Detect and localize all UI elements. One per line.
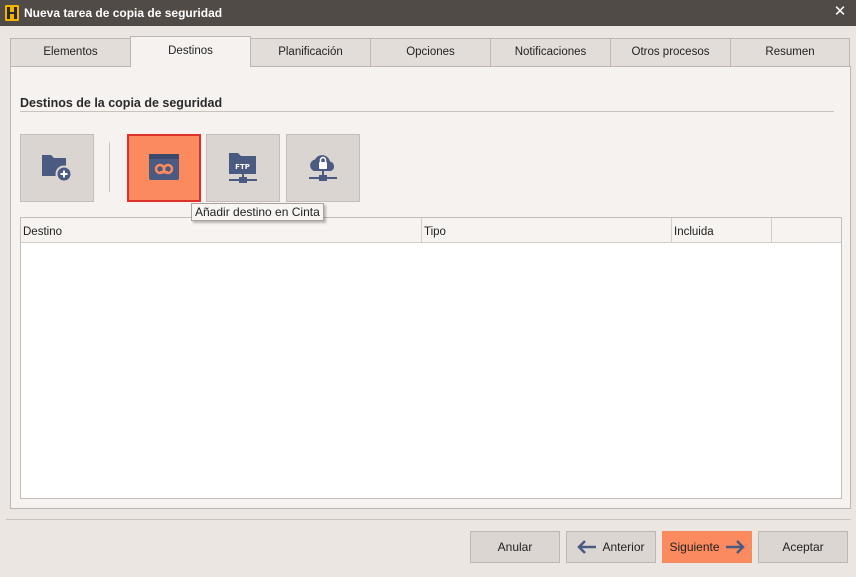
tab-bar: Elementos Destinos Planificación Opcione…	[10, 36, 851, 67]
destinations-table[interactable]: Destino Tipo Incluida	[20, 217, 842, 499]
column-header-tipo[interactable]: Tipo	[422, 218, 672, 243]
title-bar: Nueva tarea de copia de seguridad ✕	[0, 0, 856, 26]
svg-text:FTP: FTP	[235, 163, 250, 171]
tab-elementos[interactable]: Elementos	[10, 38, 131, 67]
column-header-destino[interactable]: Destino	[21, 218, 422, 243]
add-ftp-destination-button[interactable]: FTP	[206, 134, 280, 202]
tab-destinos[interactable]: Destinos	[130, 36, 251, 67]
destinations-panel: Destinos de la copia de seguridad FTP Añ…	[10, 66, 851, 509]
section-title: Destinos de la copia de seguridad	[20, 96, 223, 110]
tab-resumen[interactable]: Resumen	[730, 38, 850, 67]
tab-notificaciones[interactable]: Notificaciones	[490, 38, 611, 67]
cancel-label: Anular	[497, 540, 533, 554]
add-folder-destination-button[interactable]	[20, 134, 94, 202]
app-icon	[4, 5, 20, 21]
toolbar-separator	[109, 142, 110, 192]
tape-drive-icon	[148, 153, 180, 184]
tab-opciones[interactable]: Opciones	[370, 38, 491, 67]
add-cloud-destination-button[interactable]	[286, 134, 360, 202]
cloud-lock-icon	[305, 151, 341, 186]
add-folder-icon	[40, 151, 74, 186]
tooltip: Añadir destino en Cinta	[191, 203, 324, 221]
tab-planificacion[interactable]: Planificación	[250, 38, 371, 67]
tab-otros-procesos[interactable]: Otros procesos	[610, 38, 731, 67]
arrow-right-icon	[725, 540, 745, 554]
column-header-incluida[interactable]: Incluida	[672, 218, 772, 243]
close-icon[interactable]: ✕	[832, 4, 848, 20]
section-divider	[20, 111, 834, 112]
cancel-button[interactable]: Anular	[470, 531, 560, 563]
table-header: Destino Tipo Incluida	[21, 218, 841, 243]
ftp-folder-icon: FTP	[225, 150, 261, 187]
add-tape-destination-button[interactable]	[127, 134, 201, 202]
next-label: Siguiente	[669, 540, 720, 554]
back-label: Anterior	[602, 540, 645, 554]
footer-divider	[6, 519, 851, 520]
accept-button[interactable]: Aceptar	[758, 531, 848, 563]
window-title: Nueva tarea de copia de seguridad	[24, 6, 223, 20]
next-button[interactable]: Siguiente	[662, 531, 752, 563]
back-button[interactable]: Anterior	[566, 531, 656, 563]
accept-label: Aceptar	[782, 540, 824, 554]
arrow-left-icon	[577, 540, 597, 554]
